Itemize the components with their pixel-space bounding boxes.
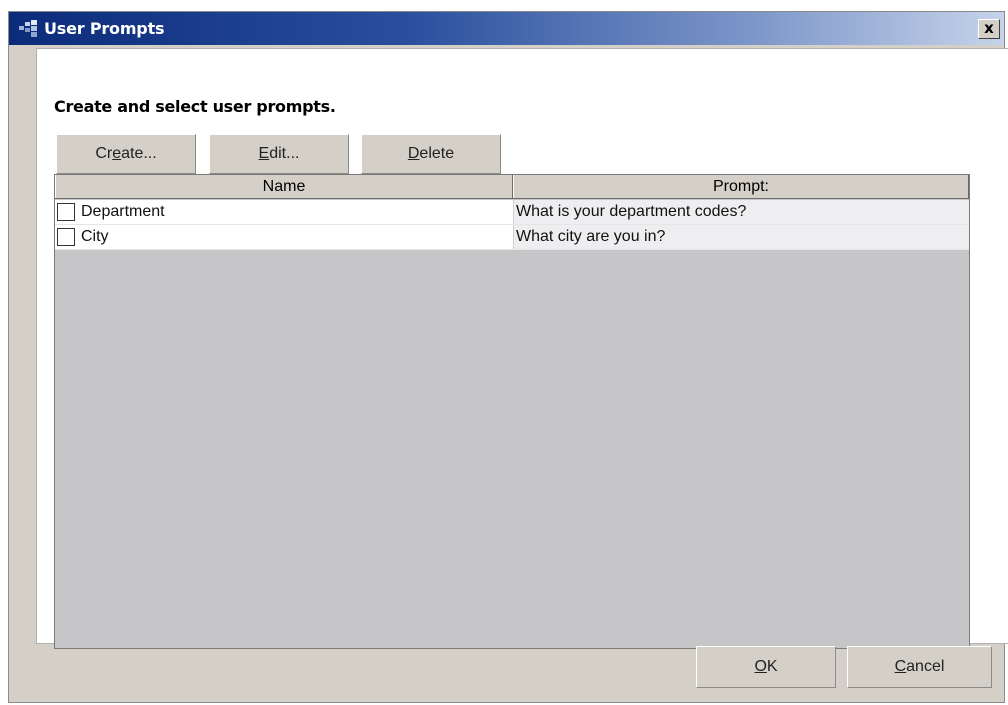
row-name: City: [81, 228, 109, 245]
ok-label-part: K: [766, 658, 778, 675]
edit-mnemonic: E: [258, 145, 270, 162]
create-mnemonic: e: [112, 145, 122, 162]
ok-mnemonic: O: [754, 658, 767, 675]
row-checkbox[interactable]: [57, 228, 75, 246]
column-header-prompt[interactable]: Prompt:: [513, 175, 969, 198]
delete-label-part: elete: [419, 145, 455, 162]
row-name: Department: [81, 203, 165, 220]
row-prompt: What city are you in?: [513, 225, 969, 249]
table-header: Name Prompt:: [55, 175, 969, 199]
name-cell: Department: [55, 200, 513, 224]
cancel-label-part: ancel: [906, 658, 945, 675]
cancel-mnemonic: C: [894, 658, 907, 675]
row-checkbox[interactable]: [57, 203, 75, 221]
content-panel: Create and select user prompts. Create..…: [36, 48, 1008, 649]
column-header-name[interactable]: Name: [55, 175, 513, 198]
table-row[interactable]: Department What is your department codes…: [55, 200, 969, 225]
close-button[interactable]: x: [978, 19, 1000, 39]
ok-button[interactable]: OK: [696, 646, 836, 688]
create-label-part: Cr: [95, 145, 113, 162]
close-icon: x: [984, 19, 994, 37]
prompts-table[interactable]: Name Prompt: Department What is your dep…: [54, 174, 970, 649]
name-cell: City: [55, 225, 513, 249]
create-button[interactable]: Create...: [56, 134, 196, 174]
delete-button[interactable]: Delete: [361, 134, 501, 174]
title-bar[interactable]: User Prompts x: [9, 12, 1004, 45]
row-prompt: What is your department codes?: [513, 200, 969, 224]
delete-mnemonic: D: [407, 145, 420, 162]
create-label-part: ate...: [121, 145, 157, 162]
cancel-button[interactable]: Cancel: [847, 646, 992, 688]
window-title: User Prompts: [44, 19, 165, 38]
app-window-icon: [19, 20, 41, 38]
edit-button[interactable]: Edit...: [209, 134, 349, 174]
edit-label-part: dit...: [269, 145, 300, 162]
table-row[interactable]: City What city are you in?: [55, 225, 969, 250]
user-prompts-dialog: User Prompts x Create and select user pr…: [8, 11, 1008, 703]
panel-heading: Create and select user prompts.: [54, 97, 336, 116]
